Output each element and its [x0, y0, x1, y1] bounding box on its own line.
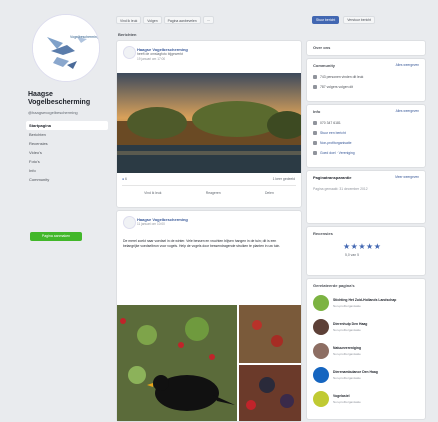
page-title: Haagse Vogelbescherming — [28, 91, 91, 106]
message-row[interactable]: Stuur een bericht — [313, 131, 346, 136]
nav-item-videos[interactable]: Video's — [26, 148, 108, 157]
related-page-avatar — [313, 391, 329, 407]
svg-text:Vogelbescherming: Vogelbescherming — [70, 35, 99, 39]
left-sidebar: Vogelbescherming Haagse Vogelbescherming… — [22, 14, 110, 418]
facebook-page: Vogelbescherming Haagse Vogelbescherming… — [0, 0, 438, 422]
page-actions: Vind ik leuk Volgen Pagina aanbevelen ··… — [116, 16, 300, 24]
page-nav: Startpagina Berichten Recensies Video's … — [26, 121, 108, 184]
messenger-icon — [313, 131, 317, 136]
related-page-name[interactable]: Stichting Het Zuid-Hollands Landschap — [333, 298, 396, 302]
like-page-button[interactable]: Vind ik leuk — [116, 16, 142, 24]
blackbird-photo[interactable] — [117, 305, 301, 421]
like-button[interactable]: Vind ik leuk — [144, 191, 161, 195]
secondary-message-button[interactable]: Verstuur bericht — [343, 16, 375, 24]
related-page-avatar — [313, 367, 329, 383]
info-card: Info Alles weergeven 070 347 6181 Stuur … — [306, 104, 426, 168]
post-timestamp[interactable]: 11 januari om 10:00 — [137, 222, 165, 226]
share-button[interactable]: Delen — [265, 191, 274, 195]
share-count[interactable]: 1 keer gedeeld — [273, 177, 295, 181]
community-title: Community — [313, 63, 335, 68]
related-page-name[interactable]: Natuurvereniging — [333, 346, 361, 350]
post-blackbird: Haagse Vogelbescherming 11 januari om 10… — [116, 210, 302, 422]
nav-item-community[interactable]: Community — [26, 175, 108, 184]
create-page-button[interactable]: Pagina aanmaken — [30, 232, 82, 241]
related-page-category: Non-profitorganisatie — [333, 304, 361, 308]
related-page-avatar — [313, 295, 329, 311]
related-page-category: Non-profitorganisatie — [333, 376, 361, 380]
category-row[interactable]: Non-profitorganisatie — [313, 141, 351, 146]
send-message-button[interactable]: Stuur bericht — [312, 16, 340, 24]
related-page-name[interactable]: Dierenambulance Den Haag — [333, 370, 378, 374]
post-body: De merel zoekt naar voedsel in de winter… — [123, 239, 281, 248]
related-page-category: Non-profitorganisatie — [333, 328, 361, 332]
tag-icon — [313, 141, 317, 146]
more-options-button[interactable]: ··· — [202, 16, 215, 24]
recommend-button[interactable]: Pagina aanbevelen — [163, 16, 201, 24]
related-page-category: Non-profitorganisatie — [333, 400, 361, 404]
community-card: Community Alles weergeven 743 personen v… — [306, 58, 426, 102]
posts-heading: Berichten — [118, 32, 137, 37]
nav-item-fotos[interactable]: Foto's — [26, 157, 108, 166]
star-rating-icon: ★★★★★ — [343, 242, 382, 251]
info-icon — [313, 151, 317, 156]
related-page-name[interactable]: Dierenhulp Den Haag — [333, 322, 367, 326]
follow-button[interactable]: Volgen — [143, 16, 162, 24]
bird-logo-icon: Vogelbescherming — [33, 15, 99, 81]
related-page-category: Non-profitorganisatie — [333, 352, 361, 356]
post-action-bar: Vind ik leuk Reageren Delen — [122, 185, 296, 200]
reviews-card: Recensies ★★★★★ 5,0 van 5 — [306, 226, 426, 276]
main-feed: Vind ik leuk Volgen Pagina aanbevelen ··… — [116, 10, 302, 422]
post-avatar[interactable] — [123, 216, 136, 229]
related-page-item[interactable]: Stichting Het Zuid-Hollands Landschap No… — [313, 295, 421, 313]
community-link[interactable]: Alles weergeven — [396, 63, 419, 67]
reviews-title: Recensies — [313, 231, 333, 236]
page-avatar[interactable]: Vogelbescherming — [32, 14, 100, 82]
page-handle: @haagsevogelbescherming — [28, 110, 78, 115]
nav-item-info[interactable]: Info — [26, 166, 108, 175]
post-avatar[interactable] — [123, 46, 136, 59]
transparency-link[interactable]: Meer weergeven — [395, 175, 419, 179]
info-link[interactable]: Alles weergeven — [396, 109, 419, 113]
like-reaction-icon: ● — [122, 177, 125, 181]
followers-row: 787 volgers volgen dit — [313, 85, 353, 90]
nav-item-berichten[interactable]: Berichten — [26, 130, 108, 139]
category2-row[interactable]: Goed doel · Vereniging — [313, 151, 355, 156]
related-page-name[interactable]: Vogelasiel — [333, 394, 350, 398]
about-title: Over ons — [313, 45, 331, 50]
likes-row: 743 personen vinden dit leuk — [313, 75, 363, 80]
transparency-title: Paginatransparantie — [313, 175, 352, 180]
follow-icon — [313, 85, 317, 90]
reaction-count[interactable]: ● 6 — [122, 177, 127, 181]
post-timestamp[interactable]: 19 januari om 17:00 — [137, 57, 165, 61]
phone-icon — [313, 121, 317, 126]
related-title: Gerelateerde pagina's — [313, 283, 355, 288]
comment-button[interactable]: Reageren — [206, 191, 221, 195]
about-card: Over ons — [306, 40, 426, 56]
post-subtitle: heeft de omslagfoto bijgewerkt — [137, 52, 183, 56]
post-cover-update: Haagse Vogelbescherming heeft de omslagf… — [116, 40, 302, 208]
related-page-item[interactable]: Natuurvereniging Non-profitorganisatie — [313, 343, 421, 361]
nav-item-recensies[interactable]: Recensies — [26, 139, 108, 148]
cover-photo[interactable] — [117, 73, 301, 173]
related-page-item[interactable]: Dierenhulp Den Haag Non-profitorganisati… — [313, 319, 421, 337]
transparency-text: Pagina gemaakt: 31 december 2012 — [313, 187, 368, 191]
transparency-card: Paginatransparantie Meer weergeven Pagin… — [306, 170, 426, 224]
phone-row: 070 347 6181 — [313, 121, 341, 126]
related-page-item[interactable]: Dierenambulance Den Haag Non-profitorgan… — [313, 367, 421, 385]
top-buttons: Stuur bericht Verstuur bericht — [312, 16, 424, 24]
related-page-item[interactable]: Vogelasiel Non-profitorganisatie — [313, 391, 421, 409]
thumbs-up-icon — [313, 75, 317, 80]
rating-text: 5,0 van 5 — [345, 253, 359, 257]
related-page-avatar — [313, 319, 329, 335]
nav-item-startpagina[interactable]: Startpagina — [26, 121, 108, 130]
related-page-avatar — [313, 343, 329, 359]
right-sidebar: Stuur bericht Verstuur bericht Over ons … — [306, 10, 426, 420]
info-title: Info — [313, 109, 321, 114]
related-pages-card: Gerelateerde pagina's Stichting Het Zuid… — [306, 278, 426, 420]
